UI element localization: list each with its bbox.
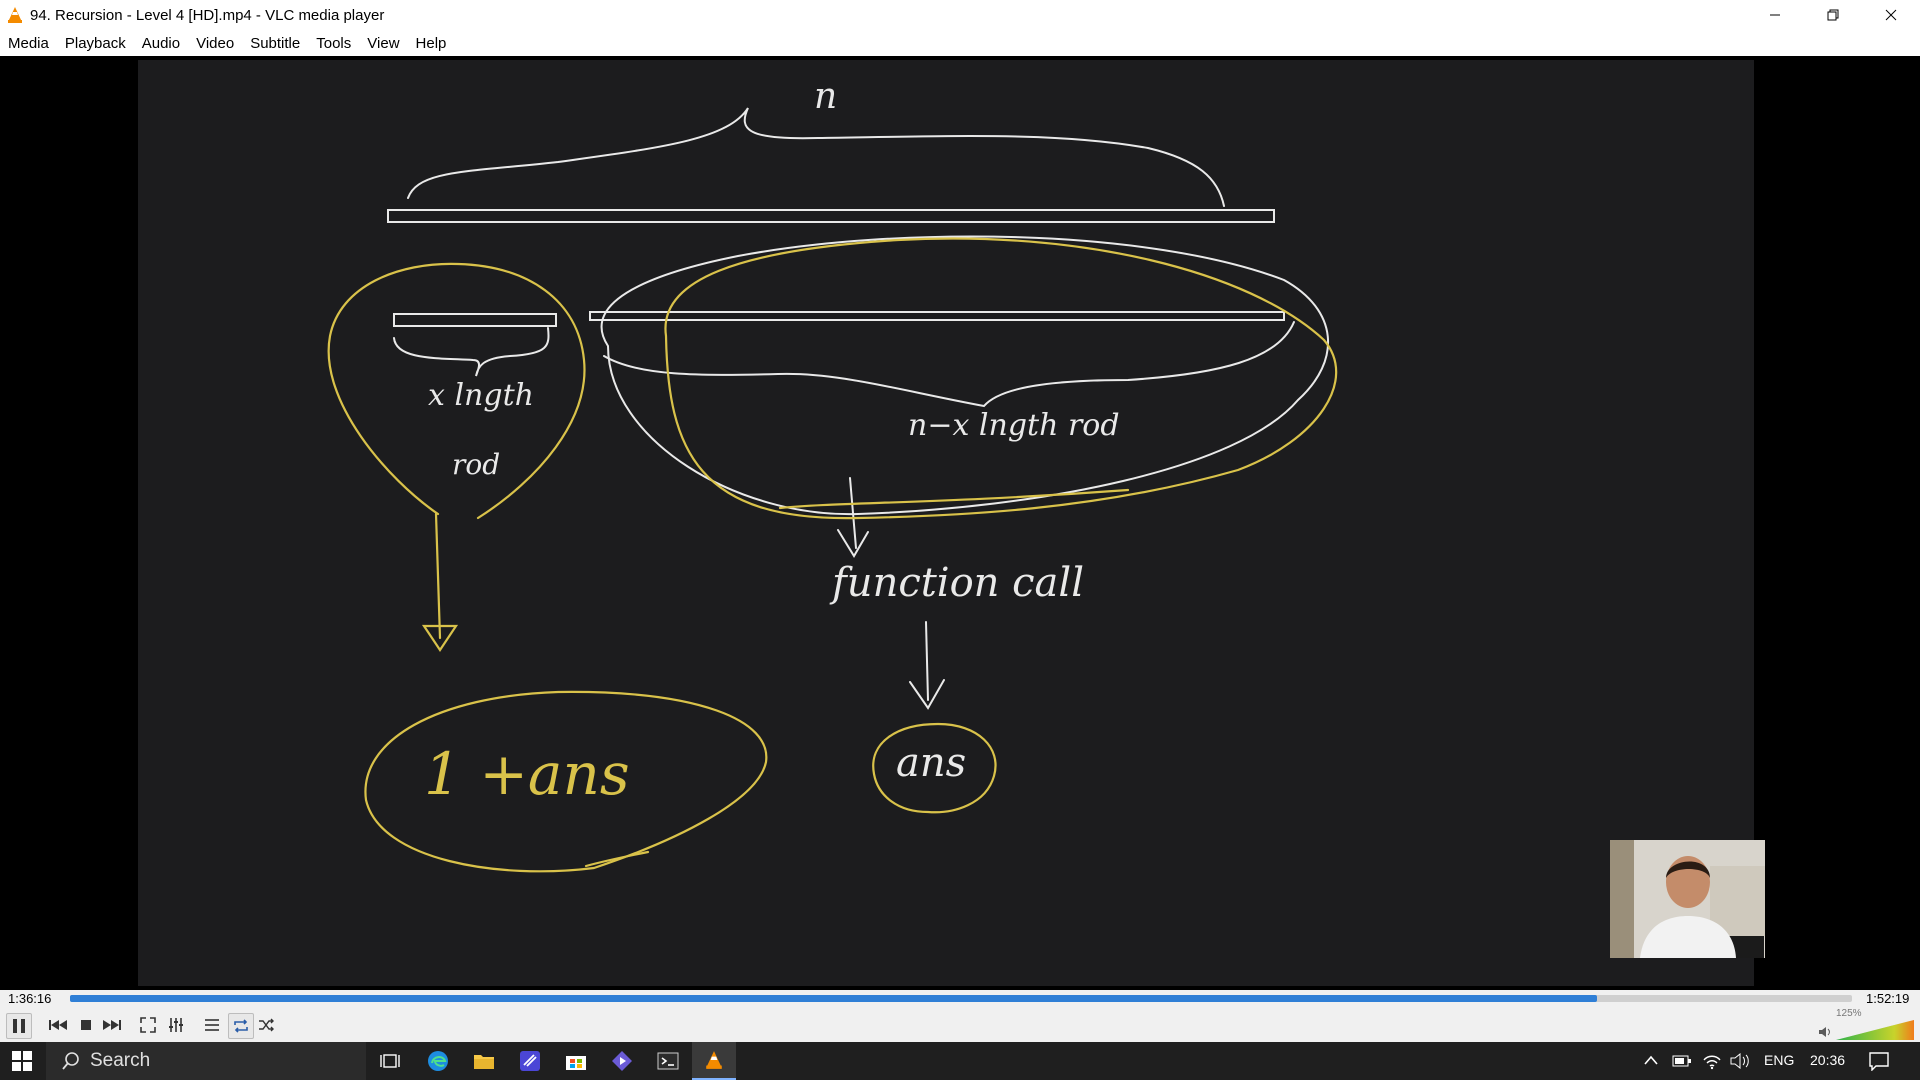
taskbar-app-pen[interactable] [508,1042,552,1080]
seek-progress [70,995,1598,1002]
terminal-icon [657,1052,679,1070]
whiteboard: n x lngth rod n−x lngth rod function cal… [138,60,1754,986]
playlist-icon [205,1019,219,1031]
seek-row: 1:36:16 1:52:19 [0,990,1920,1008]
search-icon [62,1052,79,1070]
left-arrow [421,512,459,652]
taskbar: Search ENG 20:36 [0,1042,1920,1080]
battery-icon[interactable] [1672,1054,1692,1068]
pause-button[interactable] [6,1013,32,1039]
yellow-ellipse [664,237,1338,520]
controls-row: 125% [0,1008,1920,1042]
playlist-button[interactable] [200,1013,224,1037]
task-view-button[interactable] [368,1042,412,1080]
fullscreen-icon [140,1017,156,1033]
fullscreen-button[interactable] [136,1013,160,1037]
taskbar-file-explorer[interactable] [462,1042,506,1080]
mid-arrow-bottom [909,621,945,710]
restore-button[interactable] [1804,0,1862,30]
volume-percent: 125% [1836,1008,1862,1019]
taskbar-store[interactable] [554,1042,598,1080]
menu-tools[interactable]: Tools [308,35,359,52]
pause-icon [13,1019,25,1033]
top-brace [407,107,1225,207]
menu-playback[interactable]: Playback [57,35,134,52]
title-bar: 94. Recursion - Level 4 [HD].mp4 - VLC m… [0,0,1920,30]
wifi-icon[interactable] [1702,1052,1722,1070]
whiteboard-drawing [327,107,1338,873]
taskbar-edge[interactable] [416,1042,460,1080]
equalizer-icon [169,1018,183,1032]
loop-button[interactable] [228,1013,254,1039]
loop-icon [234,1019,248,1033]
close-button[interactable] [1862,0,1920,30]
label-left-result: 1 +ans [424,740,630,808]
folder-icon [474,1055,494,1069]
label-n: n [814,76,838,117]
total-time: 1:52:19 [1866,991,1910,1006]
extended-settings-button[interactable] [164,1013,188,1037]
shuffle-button[interactable] [254,1013,278,1037]
webcam-overlay [1610,840,1765,958]
speaker-icon[interactable] [1818,1026,1832,1038]
presenter-image [1610,840,1765,958]
search-placeholder: Search [90,1050,151,1071]
volume-slider[interactable] [1836,1020,1914,1040]
menu-audio[interactable]: Audio [134,35,188,52]
taskbar-search[interactable]: Search [46,1042,366,1080]
language-indicator[interactable]: ENG [1764,1052,1794,1068]
chevron-up-icon[interactable] [1644,1055,1658,1065]
vlc-cone-icon [706,1051,722,1069]
previous-icon [49,1020,67,1030]
speaker-icon[interactable] [1730,1053,1750,1069]
minimize-icon [1770,14,1780,16]
menu-view[interactable]: View [359,35,407,52]
taskbar-vlc[interactable] [692,1042,736,1080]
right-rod [589,311,1285,321]
task-view-icon [380,1054,400,1068]
left-result-tail [584,850,650,868]
volume-level [1836,1020,1914,1040]
menu-video[interactable]: Video [188,35,242,52]
menu-media[interactable]: Media [0,35,57,52]
windows-logo-icon [12,1051,32,1071]
notifications-icon[interactable] [1868,1051,1890,1071]
menu-subtitle[interactable]: Subtitle [242,35,308,52]
left-brace [393,327,550,377]
label-function-call: function call [832,560,1084,606]
top-rod [387,209,1275,223]
restore-icon [1827,9,1839,21]
menu-bar: Media Playback Audio Video Subtitle Tool… [0,30,1920,56]
vlc-cone-icon [8,7,22,23]
label-right-result: ans [896,740,967,786]
previous-button[interactable] [46,1013,70,1037]
edge-browser-icon [428,1051,448,1071]
right-brace [603,321,1295,408]
label-x-length: x lngth [428,378,534,413]
start-button[interactable] [0,1042,44,1080]
window-title: 94. Recursion - Level 4 [HD].mp4 - VLC m… [30,6,385,24]
label-n-minus-x: n−x lngth rod [908,408,1120,443]
minimize-button[interactable] [1746,0,1804,30]
clock[interactable]: 20:36 [1810,1052,1845,1068]
stop-icon [81,1020,91,1030]
menu-help[interactable]: Help [408,35,455,52]
stop-button[interactable] [74,1013,98,1037]
taskbar-media-app[interactable] [600,1042,644,1080]
label-rod: rod [452,448,501,481]
yellow-ellipse-tail [778,488,1130,510]
taskbar-terminal[interactable] [646,1042,690,1080]
left-rod [393,313,557,327]
media-app-icon [612,1051,632,1071]
seek-bar[interactable] [70,995,1852,1002]
shuffle-icon [259,1018,274,1032]
next-button[interactable] [100,1013,124,1037]
close-icon [1885,9,1897,21]
whiteboard-app-icon [520,1051,540,1071]
video-surface[interactable]: n x lngth rod n−x lngth rod function cal… [0,56,1920,990]
elapsed-time: 1:36:16 [8,991,52,1006]
next-icon [103,1020,121,1030]
store-icon [566,1056,586,1070]
